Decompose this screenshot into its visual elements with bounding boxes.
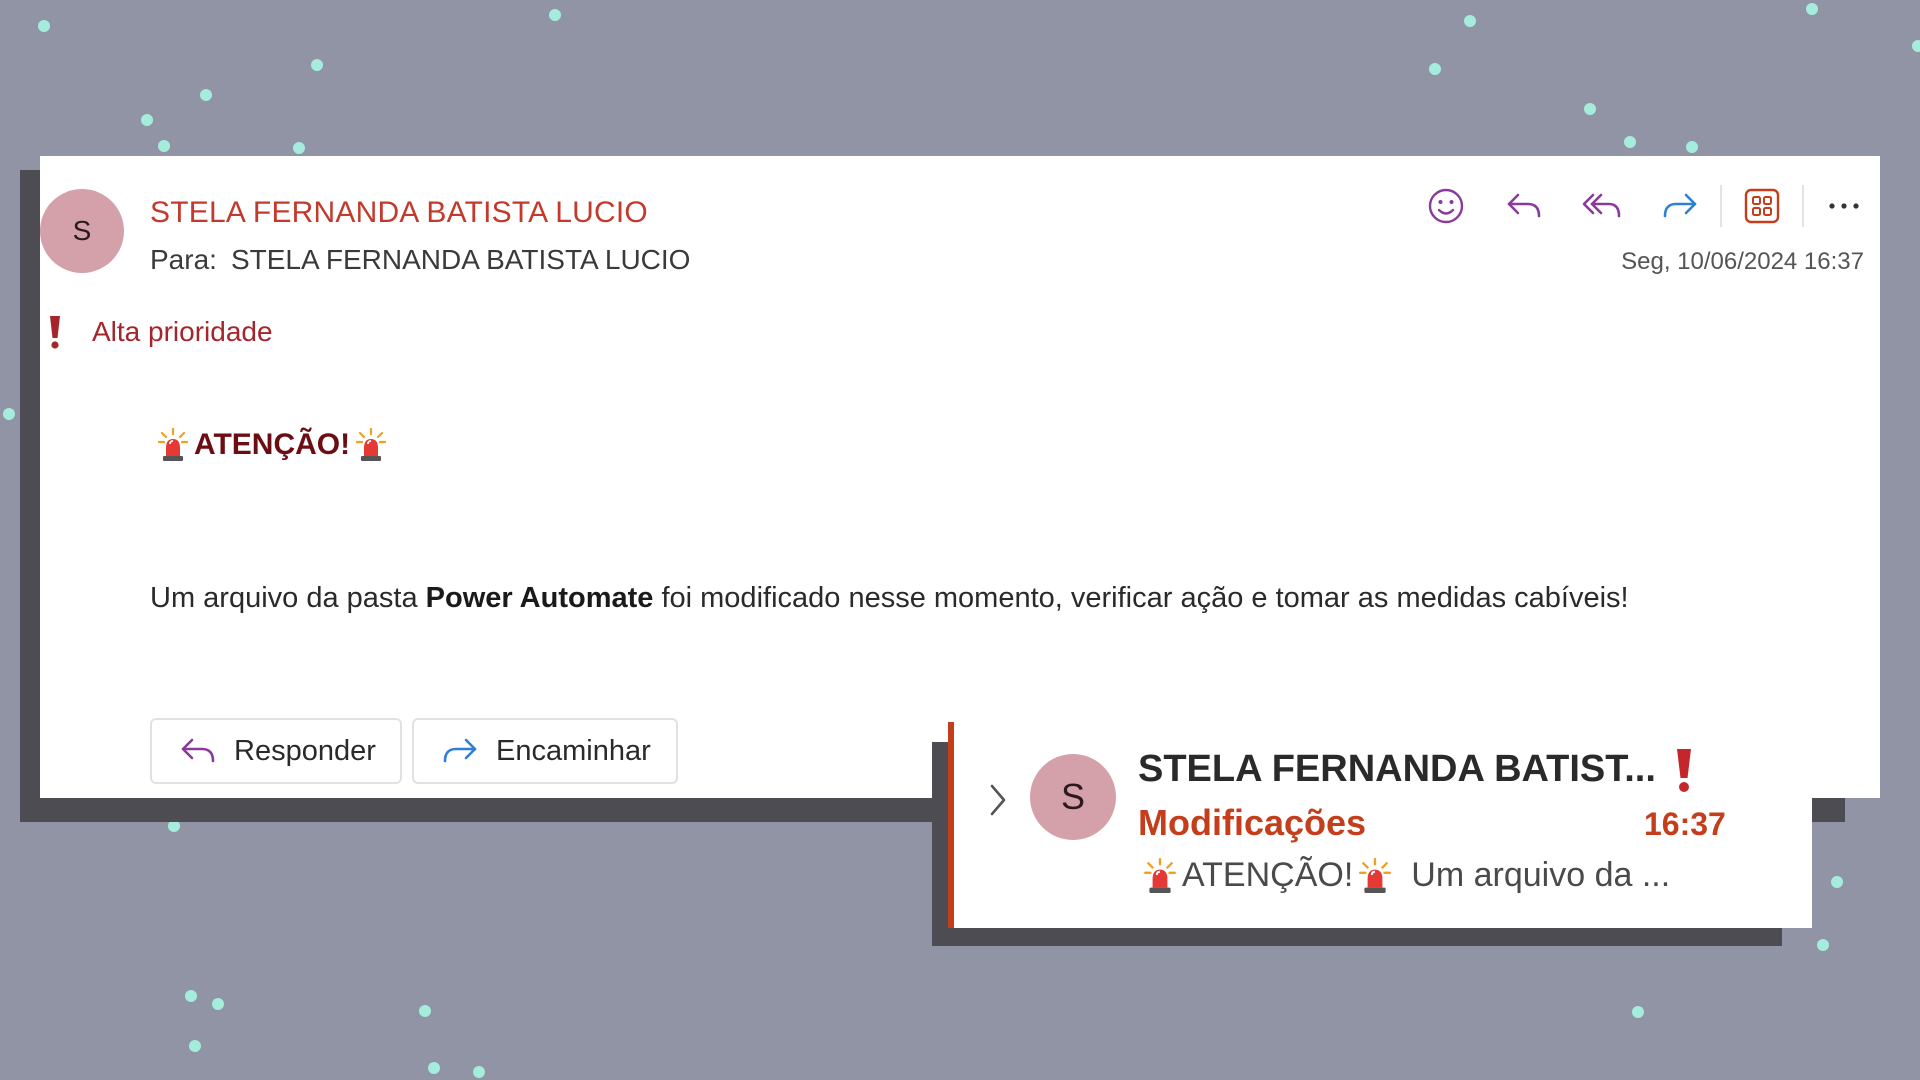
body-text-post: foi modificado nesse momento, verificar …	[653, 582, 1629, 614]
forward-action-label: Encaminhar	[496, 734, 651, 767]
decor-dot	[419, 1005, 431, 1017]
decor-dot	[158, 140, 170, 152]
decor-dot	[1912, 40, 1920, 52]
folder-name: Power Automate	[425, 582, 654, 614]
decor-dot	[212, 998, 224, 1010]
forward-icon	[440, 731, 484, 771]
reply-icon	[178, 731, 222, 771]
preview-time: 16:37	[1644, 806, 1726, 842]
decor-dot	[185, 990, 197, 1002]
alert-heading-text: ATENÇÃO!	[194, 428, 351, 461]
decor-dot	[1624, 136, 1636, 148]
siren-icon	[1359, 857, 1392, 893]
email-reading-pane: S STELA FERNANDA BATISTA LUCIO Para: STEL…	[40, 156, 1880, 798]
sender-avatar[interactable]: S	[40, 189, 124, 273]
decor-dot	[1817, 939, 1829, 951]
siren-icon	[158, 428, 188, 461]
decor-dot	[1429, 63, 1441, 75]
priority-label: Alta prioridade	[92, 316, 273, 347]
decor-dot	[473, 1066, 485, 1078]
emoji-react-button[interactable]	[1420, 180, 1472, 232]
sent-date: Seg, 10/06/2024 16:37	[1621, 248, 1864, 275]
forward-button[interactable]	[1654, 180, 1706, 232]
more-actions-button[interactable]	[1818, 180, 1870, 232]
chevron-right-icon[interactable]	[986, 782, 1010, 818]
decor-dot	[189, 1040, 201, 1052]
recipient-line: Para: STELA FERNANDA BATISTA LUCIO	[150, 244, 690, 276]
exclamation-icon	[1677, 749, 1691, 792]
body-text-pre: Um arquivo da pasta	[150, 582, 426, 614]
decor-dot	[428, 1062, 440, 1074]
siren-icon	[1144, 857, 1176, 893]
decor-dot	[1464, 15, 1476, 27]
preview-sender: STELA FERNANDA BATIST...	[1138, 748, 1656, 790]
reply-all-icon	[1582, 193, 1621, 218]
alert-heading: ATENÇÃO!	[152, 428, 392, 462]
decor-dot	[38, 20, 50, 32]
exclamation-icon	[40, 312, 70, 352]
toolbar-separator	[1720, 185, 1722, 227]
priority-indicator: Alta prioridade	[40, 312, 273, 352]
reply-button[interactable]	[1498, 180, 1550, 232]
recipient-name[interactable]: STELA FERNANDA BATISTA LUCIO	[231, 244, 691, 275]
apps-button[interactable]	[1736, 180, 1788, 232]
decor-dot	[1584, 103, 1596, 115]
decor-dot	[141, 114, 153, 126]
decor-dot	[1831, 876, 1843, 888]
decor-dot	[3, 408, 15, 420]
sender-name[interactable]: STELA FERNANDA BATISTA LUCIO	[150, 196, 648, 230]
message-list-item[interactable]: S STELA FERNANDA BATIST... Modificações …	[948, 722, 1812, 928]
preview-snippet-title: ATENÇÃO!	[1182, 856, 1354, 894]
decor-dot	[200, 89, 212, 101]
emoji-react-icon	[1428, 188, 1464, 224]
decor-dot	[293, 142, 305, 154]
preview-subject: Modificações	[1138, 802, 1367, 843]
apps-icon	[1744, 188, 1780, 224]
more-icon	[1829, 203, 1859, 209]
to-label: Para:	[150, 244, 217, 275]
forward-action-button[interactable]: Encaminhar	[412, 718, 678, 784]
decor-dot	[311, 59, 323, 71]
toolbar-separator	[1802, 185, 1804, 227]
decor-dot	[1686, 141, 1698, 153]
preview-snippet-text: Um arquivo da ...	[1411, 856, 1671, 894]
decor-dot	[1806, 3, 1818, 15]
siren-icon	[356, 428, 387, 461]
reply-icon	[1507, 193, 1541, 218]
reply-all-button[interactable]	[1576, 180, 1628, 232]
preview-avatar: S	[1030, 754, 1116, 840]
message-body: Um arquivo da pasta Power Automate foi m…	[150, 582, 1629, 615]
preview-snippet: ATENÇÃO! Um arquivo da ...	[1138, 856, 1670, 895]
decor-dot	[549, 9, 561, 21]
reply-action-button[interactable]: Responder	[150, 718, 402, 784]
message-toolbar	[1394, 180, 1870, 232]
forward-icon	[1663, 193, 1697, 218]
decor-dot	[1632, 1006, 1644, 1018]
reply-action-label: Responder	[234, 734, 376, 767]
